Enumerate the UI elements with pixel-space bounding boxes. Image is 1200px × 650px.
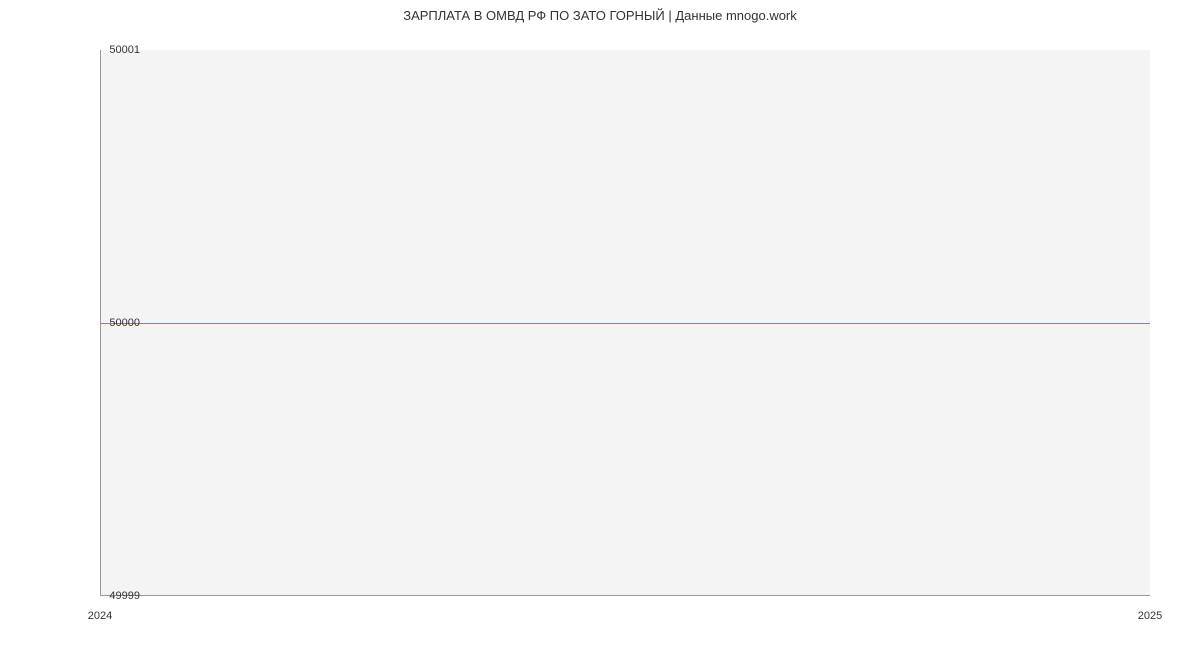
y-tick-50001: 50001	[109, 44, 140, 56]
plot-area	[100, 50, 1150, 596]
data-line	[101, 323, 1150, 324]
x-tick-2025: 2025	[1138, 610, 1162, 622]
chart-container	[100, 50, 1150, 596]
y-tick-49999: 49999	[109, 590, 140, 602]
chart-title: ЗАРПЛАТА В ОМВД РФ ПО ЗАТО ГОРНЫЙ | Данн…	[403, 8, 797, 23]
y-tick-50000: 50000	[109, 317, 140, 329]
x-tick-2024: 2024	[88, 610, 112, 622]
